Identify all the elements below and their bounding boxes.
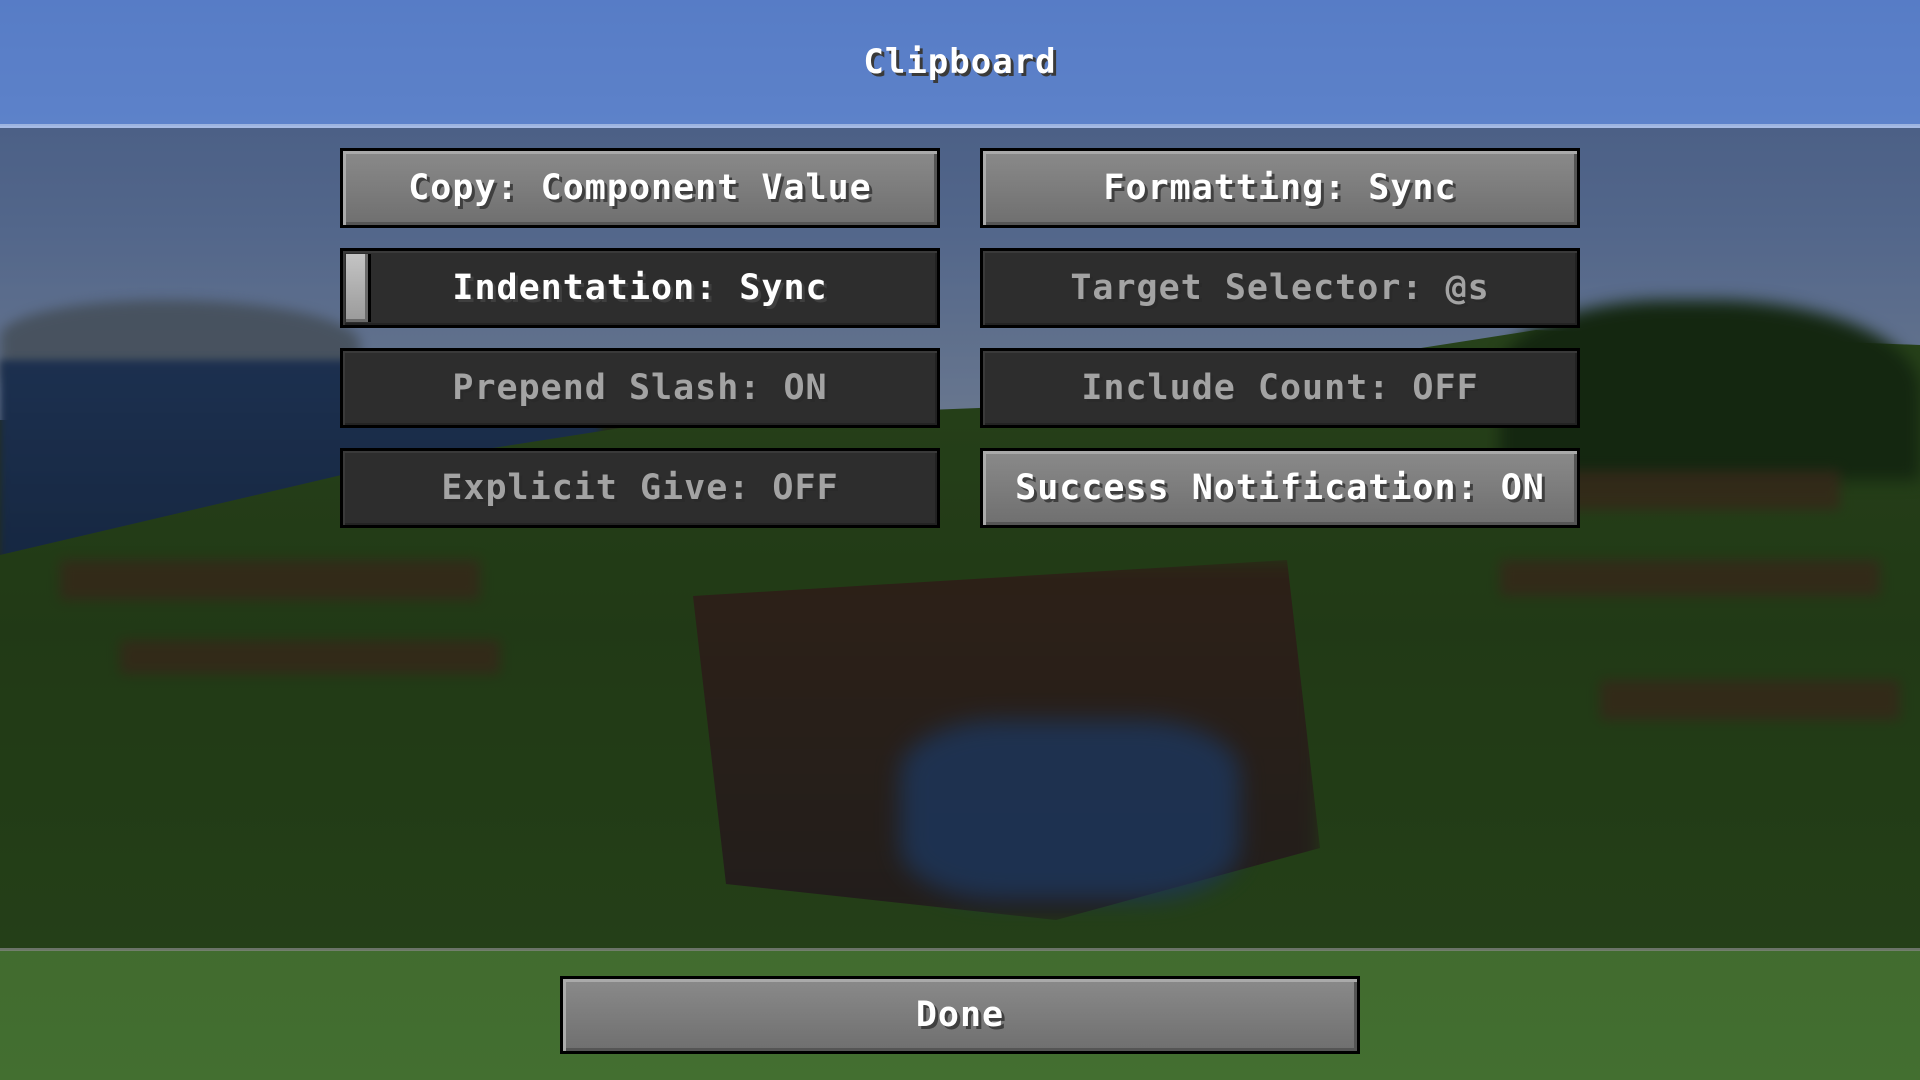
explicit-give-button[interactable]: Explicit Give: OFF — [340, 448, 940, 528]
copy-mode-label: Copy: Component Value — [408, 168, 872, 208]
include-count-button[interactable]: Include Count: OFF — [980, 348, 1580, 428]
indentation-label: Indentation: Sync — [452, 268, 828, 308]
target-selector-label: Target Selector: @s — [1070, 268, 1490, 308]
slider-handle[interactable] — [346, 254, 371, 322]
success-notification-button[interactable]: Success Notification: ON — [980, 448, 1580, 528]
copy-mode-button[interactable]: Copy: Component Value — [340, 148, 940, 228]
header-divider — [0, 124, 1920, 128]
formatting-label: Formatting: Sync — [1103, 168, 1457, 208]
explicit-give-label: Explicit Give: OFF — [441, 468, 839, 508]
success-notification-label: Success Notification: ON — [1015, 468, 1545, 508]
done-label: Done — [915, 995, 1005, 1035]
screen-title: Clipboard — [863, 42, 1057, 82]
target-selector-button[interactable]: Target Selector: @s — [980, 248, 1580, 328]
indentation-slider[interactable]: Indentation: Sync — [340, 248, 940, 328]
include-count-label: Include Count: OFF — [1081, 368, 1479, 408]
prepend-slash-button[interactable]: Prepend Slash: ON — [340, 348, 940, 428]
done-button[interactable]: Done — [560, 976, 1360, 1054]
list-background-shade — [0, 128, 1920, 950]
prepend-slash-label: Prepend Slash: ON — [452, 368, 828, 408]
formatting-button[interactable]: Formatting: Sync — [980, 148, 1580, 228]
